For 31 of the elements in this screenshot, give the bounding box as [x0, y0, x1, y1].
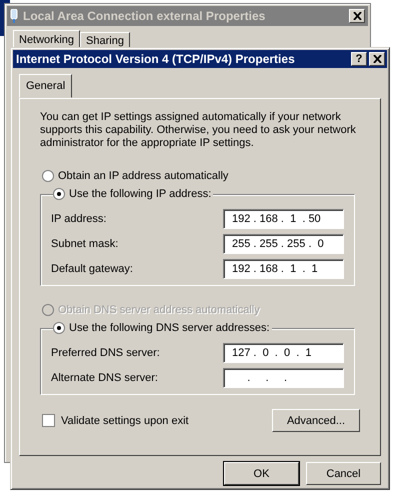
close-button[interactable]: [369, 52, 385, 66]
field-label: Default gateway:: [51, 263, 133, 275]
network-adapter-icon: [10, 9, 18, 23]
radio-button[interactable]: [53, 322, 65, 334]
radio-label: Use the following DNS server addresses:: [69, 322, 270, 334]
ip-address-field[interactable]: 192 . 168 . 1 . 50: [223, 209, 344, 229]
radio-button[interactable]: [53, 188, 65, 200]
close-icon: [372, 55, 382, 63]
tab[interactable]: General: [19, 74, 72, 98]
ip-address-field[interactable]: 255 . 255 . 255 . 0: [223, 234, 344, 254]
advanced-button[interactable]: Advanced...: [272, 409, 360, 432]
description-text: You can get IP settings assigned automatically if your network supports this capability. Otherwise, you need to ask your network administrator for the appropriate IP settings.: [40, 111, 357, 150]
dialog-button[interactable]: OK: [224, 462, 299, 485]
checkbox-label: Validate settings upon exit: [61, 414, 189, 426]
help-button[interactable]: ?: [351, 52, 367, 66]
dialog-button[interactable]: Cancel: [306, 462, 381, 485]
window-title: Internet Protocol Version 4 (TCP/IPv4) Properties: [16, 52, 296, 66]
field-label: Alternate DNS server:: [51, 372, 158, 384]
field-label: IP address:: [51, 213, 106, 225]
field-label: Preferred DNS server:: [51, 347, 160, 359]
radio-label: Use the following IP address:: [69, 188, 212, 200]
ip-address-field[interactable]: . . .: [223, 368, 344, 388]
ip-address-field[interactable]: 127 . 0 . 0 . 1: [223, 343, 344, 363]
window-title: Local Area Connection external Properties: [23, 9, 266, 23]
close-icon: [352, 12, 362, 20]
ip-address-field[interactable]: 192 . 168 . 1 . 1: [223, 259, 344, 279]
field-label: Subnet mask:: [51, 238, 118, 250]
checkbox[interactable]: [42, 414, 55, 427]
radio-button[interactable]: [42, 170, 54, 182]
close-button[interactable]: [349, 9, 365, 23]
radio-label: Obtain an IP address automatically: [58, 170, 228, 182]
